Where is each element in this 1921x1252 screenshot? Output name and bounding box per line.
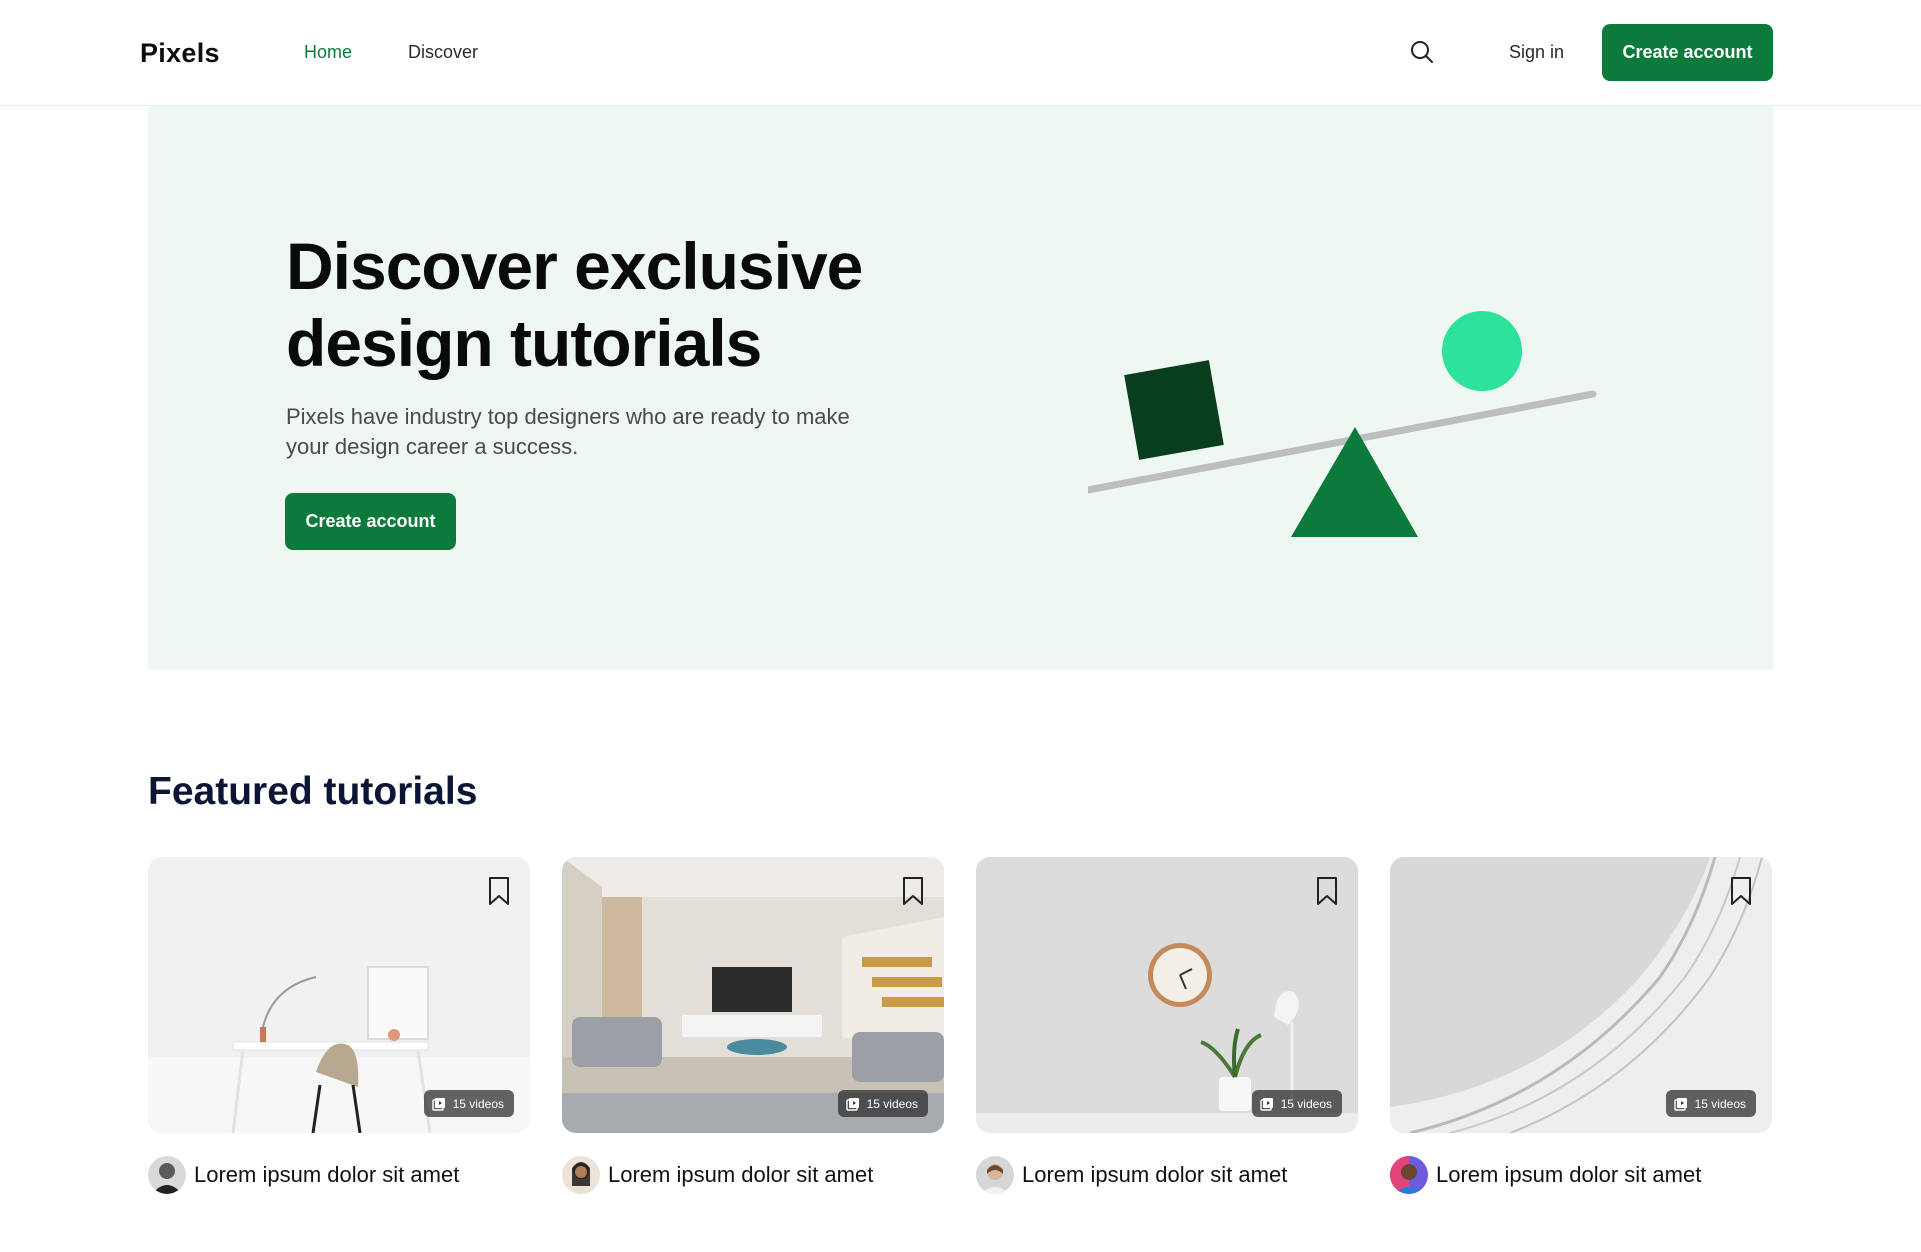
hero-title: Discover exclusive design tutorials [286,229,863,380]
video-count: 15 videos [452,1096,504,1111]
video-stack-icon [1673,1097,1687,1111]
video-count-badge: 15 videos [423,1090,514,1117]
video-count: 15 videos [866,1096,918,1111]
tutorial-meta: Lorem ipsum dolor sit amet [976,1153,1358,1197]
square-shape [1124,360,1224,460]
tutorial-meta: Lorem ipsum dolor sit amet [562,1153,944,1197]
video-count-badge: 15 videos [1251,1090,1342,1117]
nav-discover[interactable]: Discover [408,42,478,63]
video-count: 15 videos [1280,1096,1332,1111]
tutorial-thumbnail[interactable]: 15 videos [562,857,944,1133]
tutorial-card[interactable]: 15 videos Lorem ipsum dolor sit amet [148,857,530,1197]
tutorial-title[interactable]: Lorem ipsum dolor sit amet [608,1162,873,1188]
author-avatar[interactable] [148,1156,186,1194]
video-count: 15 videos [1694,1096,1746,1111]
video-stack-icon [1259,1097,1273,1111]
hero-banner: Discover exclusive design tutorials Pixe… [148,106,1773,670]
logo[interactable]: Pixels [140,38,220,69]
hero-create-account-button[interactable]: Create account [285,493,456,550]
tutorial-card[interactable]: 15 videos Lorem ipsum dolor sit amet [1390,857,1772,1197]
tutorial-thumbnail[interactable]: 15 videos [1390,857,1772,1133]
tutorial-title[interactable]: Lorem ipsum dolor sit amet [194,1162,459,1188]
video-count-badge: 15 videos [1665,1090,1756,1117]
video-count-badge: 15 videos [837,1090,928,1117]
author-avatar[interactable] [976,1156,1014,1194]
author-avatar[interactable] [562,1156,600,1194]
sign-in-link[interactable]: Sign in [1509,42,1564,63]
bookmark-icon[interactable] [1728,875,1754,907]
hero-subtitle: Pixels have industry top designers who a… [286,404,850,459]
tutorial-card[interactable]: 15 videos Lorem ipsum dolor sit amet [562,857,944,1197]
video-stack-icon [431,1097,445,1111]
tutorial-meta: Lorem ipsum dolor sit amet [1390,1153,1772,1197]
tutorial-card[interactable]: 15 videos Lorem ipsum dolor sit amet [976,857,1358,1197]
header-create-account-button[interactable]: Create account [1602,24,1773,81]
tutorial-thumbnail[interactable]: 15 videos [976,857,1358,1133]
tutorial-title[interactable]: Lorem ipsum dolor sit amet [1022,1162,1287,1188]
tutorial-title[interactable]: Lorem ipsum dolor sit amet [1436,1162,1701,1188]
seesaw-illustration [1088,311,1597,537]
video-stack-icon [845,1097,859,1111]
search-icon[interactable] [1409,39,1435,65]
bookmark-icon[interactable] [900,875,926,907]
featured-section-title: Featured tutorials [148,770,478,813]
circle-shape [1442,311,1522,391]
site-header: Pixels Home Discover Sign in Create acco… [0,0,1921,106]
nav-home[interactable]: Home [304,42,352,63]
bookmark-icon[interactable] [1314,875,1340,907]
author-avatar[interactable] [1390,1156,1428,1194]
triangle-shape [1291,427,1418,537]
tutorial-meta: Lorem ipsum dolor sit amet [148,1153,530,1197]
bookmark-icon[interactable] [486,875,512,907]
tutorial-thumbnail[interactable]: 15 videos [148,857,530,1133]
